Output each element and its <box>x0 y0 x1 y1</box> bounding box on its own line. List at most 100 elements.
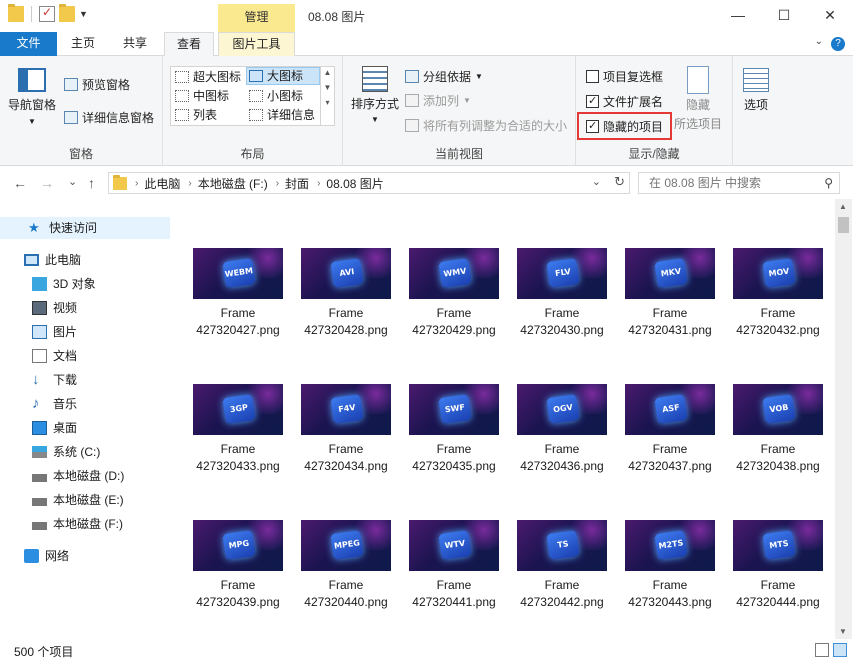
layout-large-icons[interactable]: 大图标 <box>246 67 320 85</box>
file-thumbnail[interactable]: 3GP <box>193 384 283 435</box>
file-item[interactable]: OGV Frame 427320436.png <box>504 384 612 494</box>
collapse-ribbon-icon[interactable]: ⌄ <box>815 36 823 47</box>
sidebar-item-desktop[interactable]: 桌面 <box>32 417 77 439</box>
file-thumbnail[interactable]: F4V <box>301 384 391 435</box>
customize-toolbar-icon[interactable]: ▼ <box>79 9 88 19</box>
sidebar-item-this-pc[interactable]: 此电脑 <box>24 249 81 271</box>
file-item[interactable]: AVI Frame 427320428.png <box>288 248 396 358</box>
sidebar-item-documents[interactable]: 文档 <box>32 345 77 367</box>
size-all-columns-button[interactable]: 将所有列调整为合适的大小 <box>405 117 567 134</box>
file-item[interactable]: MTS Frame 427320444.png <box>720 520 828 630</box>
file-name[interactable]: Frame 427320430.png <box>504 305 620 339</box>
hide-selected-items-button[interactable]: 隐藏 所选项目 <box>674 66 722 132</box>
crumb-drive-f[interactable]: 本地磁盘 (F:) <box>198 175 268 192</box>
tab-picture-tools[interactable]: 图片工具 <box>218 32 295 56</box>
scroll-down-arrow-icon[interactable]: ▼ <box>839 627 847 636</box>
file-name[interactable]: Frame 427320432.png <box>720 305 835 339</box>
sidebar-item-network[interactable]: 网络 <box>24 545 69 567</box>
breadcrumb[interactable]: › 此电脑 › 本地磁盘 (F:) › 封面 › 08.08 图片 ⌄ ↻ <box>108 172 630 194</box>
file-item[interactable]: 3GP Frame 427320433.png <box>180 384 288 494</box>
layout-small-icons[interactable]: 小图标 <box>247 87 319 105</box>
file-name[interactable]: Frame 427320442.png <box>504 577 620 611</box>
item-checkboxes-checkbox[interactable] <box>586 70 599 83</box>
file-name[interactable]: Frame 427320435.png <box>396 441 512 475</box>
scroll-up-arrow-icon[interactable]: ▲ <box>839 202 847 211</box>
file-name[interactable]: Frame 427320440.png <box>288 577 404 611</box>
preview-pane-button[interactable]: 预览窗格 <box>64 76 130 93</box>
file-thumbnail[interactable]: WMV <box>409 248 499 299</box>
recent-locations-button[interactable]: ⌄ <box>68 175 77 188</box>
file-thumbnail[interactable]: MPG <box>193 520 283 571</box>
search-input[interactable] <box>639 173 819 193</box>
file-item[interactable]: MPG Frame 427320439.png <box>180 520 288 630</box>
layout-gallery-scroll[interactable]: ▲ ▼ ▾ <box>320 66 334 126</box>
sidebar-item-drive-d[interactable]: 本地磁盘 (D:) <box>32 465 124 487</box>
file-item[interactable]: VOB Frame 427320438.png <box>720 384 828 494</box>
group-by-button[interactable]: 分组依据 ▼ <box>405 68 483 85</box>
address-dropdown-icon[interactable]: ⌄ <box>592 175 601 188</box>
tab-home[interactable]: 主页 <box>63 32 103 56</box>
options-button[interactable]: 选项 <box>743 68 769 113</box>
file-item[interactable]: F4V Frame 427320434.png <box>288 384 396 494</box>
file-thumbnail[interactable]: AVI <box>301 248 391 299</box>
file-name[interactable]: Frame 427320434.png <box>288 441 404 475</box>
nav-pane-button[interactable]: 导航窗格 ▼ <box>8 68 56 126</box>
sidebar-item-3d-objects[interactable]: 3D 对象 <box>32 273 96 295</box>
file-item[interactable]: TS Frame 427320442.png <box>504 520 612 630</box>
tab-file[interactable]: 文件 <box>0 32 57 56</box>
file-item[interactable]: M2TS Frame 427320443.png <box>612 520 720 630</box>
file-thumbnail[interactable]: MPEG <box>301 520 391 571</box>
vertical-scrollbar[interactable]: ▲ ▼ <box>835 199 852 639</box>
file-name[interactable]: Frame 427320433.png <box>180 441 296 475</box>
file-name[interactable]: Frame 427320441.png <box>396 577 512 611</box>
add-columns-button[interactable]: 添加列 ▼ <box>405 92 471 109</box>
file-thumbnail[interactable]: VOB <box>733 384 823 435</box>
file-thumbnail[interactable]: WTV <box>409 520 499 571</box>
file-thumbnail[interactable]: MTS <box>733 520 823 571</box>
file-thumbnail[interactable]: MKV <box>625 248 715 299</box>
up-button[interactable]: ↑ <box>88 175 95 191</box>
sidebar-item-drive-c[interactable]: 系统 (C:) <box>32 441 100 463</box>
file-name[interactable]: Frame 427320428.png <box>288 305 404 339</box>
tab-view[interactable]: 查看 <box>164 32 214 57</box>
file-name[interactable]: Frame 427320439.png <box>180 577 296 611</box>
file-name[interactable]: Frame 427320444.png <box>720 577 835 611</box>
file-item[interactable]: WEBM Frame 427320427.png <box>180 248 288 358</box>
minimize-button[interactable]: — <box>715 0 761 31</box>
details-pane-button[interactable]: 详细信息窗格 <box>64 109 154 126</box>
new-folder-icon[interactable] <box>59 4 75 22</box>
layout-details[interactable]: 详细信息 <box>247 106 321 124</box>
expand-gallery-icon[interactable]: ▾ <box>321 98 334 107</box>
sort-by-button[interactable]: 排序方式 ▼ <box>351 66 399 124</box>
file-name[interactable]: Frame 427320429.png <box>396 305 512 339</box>
layout-list[interactable]: 列表 <box>173 106 245 124</box>
back-button[interactable]: ← <box>13 175 27 191</box>
file-thumbnail[interactable]: OGV <box>517 384 607 435</box>
file-name[interactable]: Frame 427320438.png <box>720 441 835 475</box>
file-name[interactable]: Frame 427320427.png <box>180 305 296 339</box>
large-icons-view-icon[interactable] <box>833 643 847 657</box>
sidebar-item-drive-e[interactable]: 本地磁盘 (E:) <box>32 489 124 511</box>
file-name[interactable]: Frame 427320431.png <box>612 305 728 339</box>
file-item[interactable]: MOV Frame 427320432.png <box>720 248 828 358</box>
sidebar-item-videos[interactable]: 视频 <box>32 297 77 319</box>
scroll-down-icon[interactable]: ▼ <box>321 83 334 92</box>
file-item[interactable]: MKV Frame 427320431.png <box>612 248 720 358</box>
chevron-right-icon[interactable]: › <box>276 178 279 189</box>
tab-share[interactable]: 共享 <box>115 32 155 56</box>
file-name[interactable]: Frame 427320437.png <box>612 441 728 475</box>
sidebar-item-downloads[interactable]: ↓ 下载 <box>32 369 77 391</box>
file-item[interactable]: MPEG Frame 427320440.png <box>288 520 396 630</box>
file-item[interactable]: FLV Frame 427320430.png <box>504 248 612 358</box>
chevron-right-icon[interactable]: › <box>188 178 191 189</box>
item-checkboxes-toggle[interactable]: 项目复选框 <box>586 68 663 85</box>
chevron-right-icon[interactable]: › <box>317 178 320 189</box>
file-name[interactable]: Frame 427320436.png <box>504 441 620 475</box>
help-icon[interactable]: ? <box>831 37 845 51</box>
file-thumbnail[interactable]: M2TS <box>625 520 715 571</box>
refresh-icon[interactable]: ↻ <box>614 174 625 190</box>
close-button[interactable]: ✕ <box>807 0 853 31</box>
file-extensions-toggle[interactable]: 文件扩展名 <box>586 93 663 110</box>
file-thumbnail[interactable]: TS <box>517 520 607 571</box>
search-box[interactable]: ⚲ <box>638 172 840 194</box>
